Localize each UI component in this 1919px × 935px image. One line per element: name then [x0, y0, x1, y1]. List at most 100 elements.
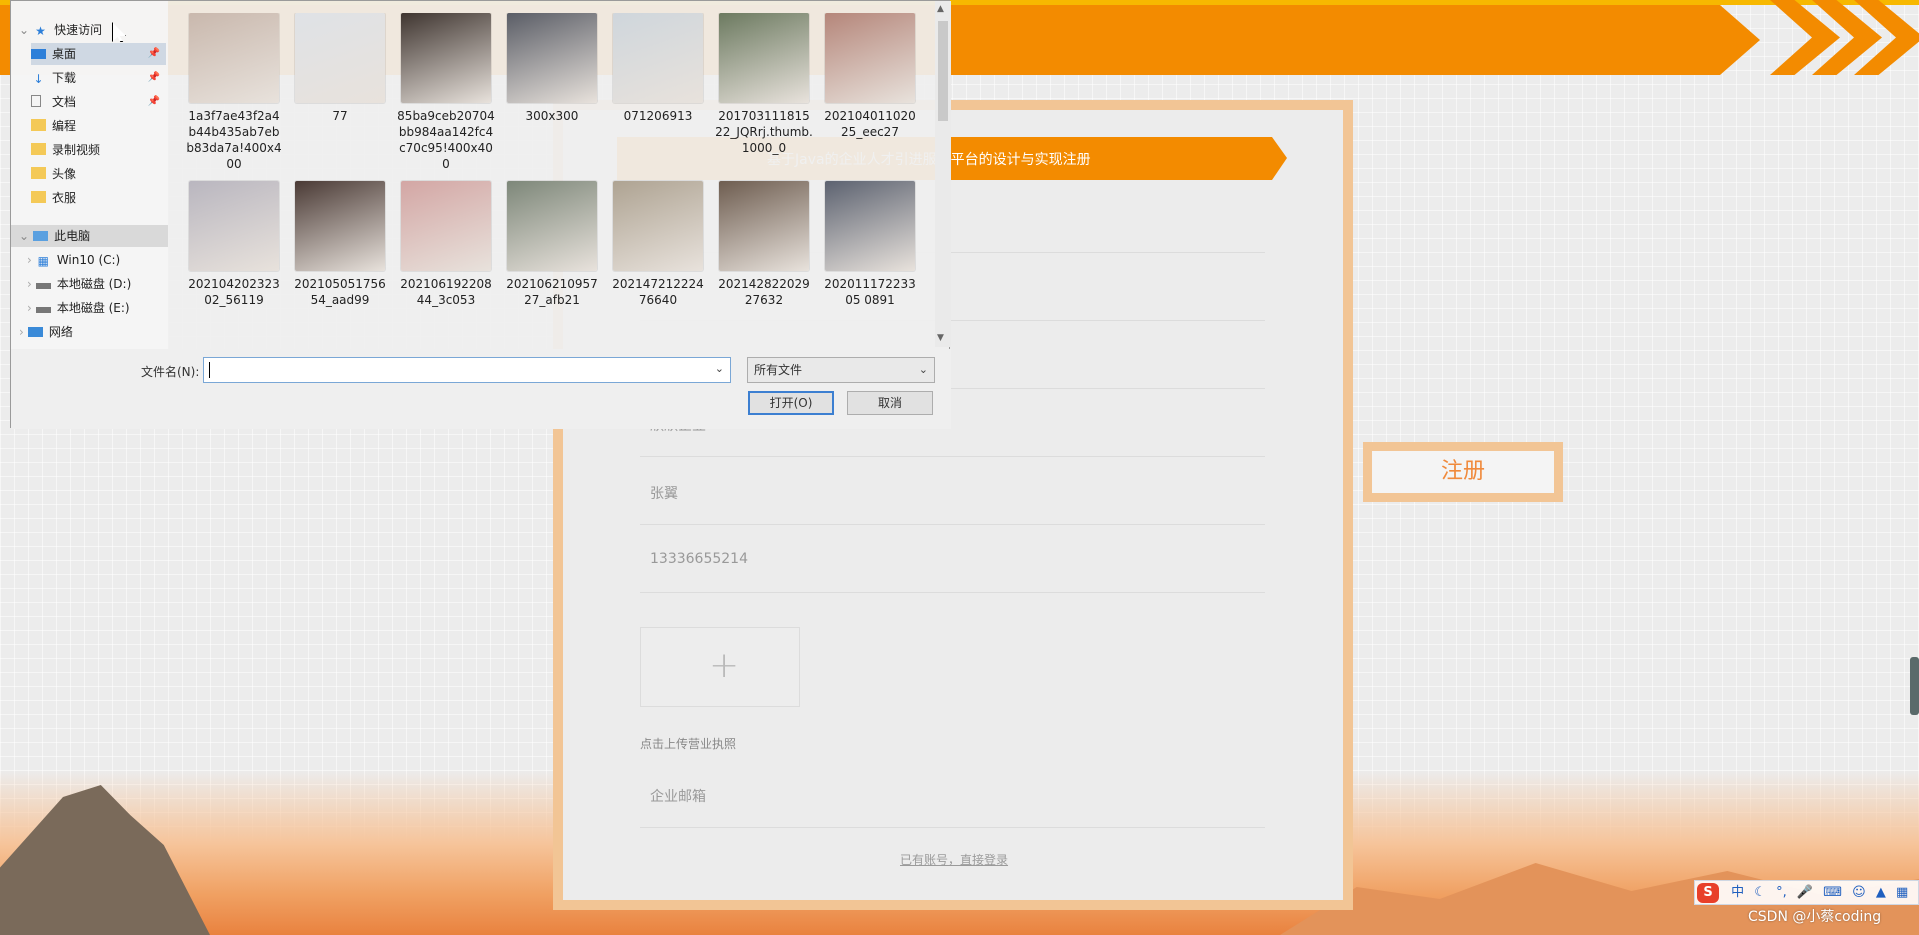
punctuation-icon[interactable]: °, [1776, 881, 1787, 904]
image-preview [825, 13, 915, 103]
nav-label: 衣服 [52, 191, 77, 205]
file-name: 20170311181522_JQRrj.thumb.1000_0 [715, 109, 813, 155]
license-upload-box[interactable]: + [640, 627, 800, 707]
file-name: 300x300 [525, 109, 579, 123]
nav-drive-e[interactable]: › 本地磁盘 (E:) [27, 297, 130, 319]
contact-person-value: 张翼 [650, 486, 678, 502]
nav-label: 网络 [48, 325, 73, 339]
microphone-icon[interactable]: 🎤 [1797, 881, 1813, 904]
user-icon[interactable]: ☺ [1852, 881, 1866, 904]
pin-icon: 📌 [147, 96, 160, 107]
register-button[interactable]: 注册 [1363, 442, 1563, 502]
scroll-up-icon[interactable]: ▲ [937, 4, 944, 14]
file-name: 071206913 [623, 109, 693, 123]
side-handle[interactable] [1910, 657, 1919, 715]
nav-folder-avatar[interactable]: 头像 [31, 163, 76, 185]
file-thumbnail[interactable]: 20214282202927632 [711, 181, 817, 308]
nav-desktop[interactable]: 桌面 📌 [31, 43, 166, 65]
open-button[interactable]: 打开(O) [748, 391, 834, 415]
image-preview [507, 13, 597, 103]
image-preview [719, 181, 809, 271]
file-name: 77 [332, 109, 348, 123]
folder-icon [31, 167, 46, 179]
scroll-down-icon[interactable]: ▼ [937, 333, 944, 343]
upload-hint: 点击上传营业执照 [640, 737, 737, 751]
file-thumbnail[interactable]: 20170311181522_JQRrj.thumb.1000_0 [711, 13, 817, 156]
nav-label: 快速访问 [54, 23, 103, 37]
nav-folder-programming[interactable]: 编程 [31, 115, 76, 137]
keyboard-icon[interactable]: ⌨ [1823, 881, 1842, 904]
file-name: 20210621095727_afb21 [506, 277, 598, 307]
nav-label: 桌面 [52, 47, 77, 61]
filetype-value: 所有文件 [754, 363, 803, 377]
nav-label: 此电脑 [54, 229, 91, 243]
file-thumbnail[interactable]: 20210420232302_56119 [181, 181, 287, 308]
file-thumbnail[interactable]: 77 [287, 13, 393, 124]
file-name: 20210619220844_3c053 [400, 277, 492, 307]
chevron-down-icon[interactable]: ⌄ [715, 362, 724, 375]
file-thumbnail[interactable]: 20214721222476640 [605, 181, 711, 308]
nav-label: 本地磁盘 (D:) [56, 277, 132, 291]
image-preview [719, 13, 809, 103]
windows-drive-icon: ▦ [37, 254, 49, 268]
drive-icon [35, 283, 51, 289]
nav-quick-access[interactable]: ⌄ ★ 快速访问 [19, 19, 102, 41]
image-preview [189, 181, 279, 271]
file-name: 20214721222476640 [612, 277, 704, 307]
login-link[interactable]: 已有账号，直接登录 [900, 851, 1008, 868]
file-name: 20210420232302_56119 [188, 277, 280, 307]
nav-this-pc[interactable]: ⌄ 此电脑 [19, 225, 90, 247]
image-preview [189, 13, 279, 103]
image-preview [613, 13, 703, 103]
scrollbar-thumb[interactable] [938, 21, 948, 121]
file-thumbnail[interactable]: 20210401102025_eec27 [817, 13, 923, 140]
pin-icon: 📌 [147, 72, 160, 83]
drive-icon [35, 307, 51, 313]
nav-documents[interactable]: 文档 📌 [31, 91, 166, 113]
filename-input[interactable]: ⌄ [203, 357, 731, 383]
skin-icon[interactable]: ▲ [1876, 881, 1886, 904]
file-thumbnail[interactable]: 20201117223305 0891 [817, 181, 923, 308]
nav-folder-clothes[interactable]: 衣服 [31, 187, 76, 209]
csdn-watermark: CSDN @小蔡coding [1748, 909, 1882, 925]
file-thumbnail[interactable]: 20210621095727_afb21 [499, 181, 605, 308]
image-preview [401, 13, 491, 103]
nav-drive-d[interactable]: › 本地磁盘 (D:) [27, 273, 131, 295]
phone-field[interactable]: 13336655214 [640, 525, 1265, 593]
download-icon: ↓ [33, 72, 44, 86]
file-name: 20210401102025_eec27 [824, 109, 916, 139]
folder-icon [31, 191, 46, 203]
nav-label: 文档 [52, 95, 77, 109]
file-thumbnail[interactable]: 071206913 [605, 13, 711, 124]
nav-label: 录制视频 [52, 143, 101, 157]
moon-icon[interactable]: ☾ [1754, 881, 1766, 904]
nav-drive-c[interactable]: › ▦ Win10 (C:) [27, 249, 120, 271]
contact-person-field[interactable]: 张翼 [640, 457, 1265, 525]
navigation-pane: ⌄ ★ 快速访问 桌面 📌 ↓ 下载 📌 文档 📌 编程 录制视频 头像 衣服 ⌄ 此电脑 ›… [11, 1, 168, 349]
computer-icon [33, 231, 49, 241]
image-preview [401, 181, 491, 271]
file-thumbnail[interactable]: 20210619220844_3c053 [393, 181, 499, 308]
nav-folder-recording[interactable]: 录制视频 [31, 139, 100, 161]
plus-icon: + [709, 645, 740, 686]
file-thumbnail[interactable]: 300x300 [499, 13, 605, 124]
email-field[interactable]: 企业邮箱 [640, 760, 1265, 828]
filetype-select[interactable]: 所有文件 ⌄ [747, 357, 935, 383]
file-thumbnail[interactable]: 1a3f7ae43f2a4b44b435ab7ebb83da7a!400x400 [181, 13, 287, 172]
rock-decoration [0, 785, 210, 935]
file-thumbnail[interactable]: 85ba9ceb20704bb984aa142fc4c70c95!400x400 [393, 13, 499, 172]
grid-menu-icon[interactable]: ▦ [1896, 881, 1908, 904]
nav-label: 本地磁盘 (E:) [56, 301, 130, 315]
file-thumbnail[interactable]: 20210505175654_aad99 [287, 181, 393, 308]
nav-downloads[interactable]: ↓ 下载 📌 [31, 67, 166, 89]
file-name: 20201117223305 0891 [824, 277, 916, 307]
ime-mode[interactable]: 中 [1731, 881, 1744, 904]
document-icon [31, 95, 41, 107]
cancel-button[interactable]: 取消 [847, 391, 933, 415]
sogou-logo-icon: S [1697, 883, 1719, 903]
nav-network[interactable]: › 网络 [19, 321, 73, 343]
file-grid: 1a3f7ae43f2a4b44b435ab7ebb83da7a!400x400… [181, 13, 941, 347]
ime-toolbar[interactable]: S 中 ☾ °, 🎤 ⌨ ☺ ▲ ▦ [1694, 880, 1919, 905]
nav-label: 下载 [52, 71, 77, 85]
file-list-scrollbar[interactable]: ▲ ▼ [935, 1, 951, 347]
